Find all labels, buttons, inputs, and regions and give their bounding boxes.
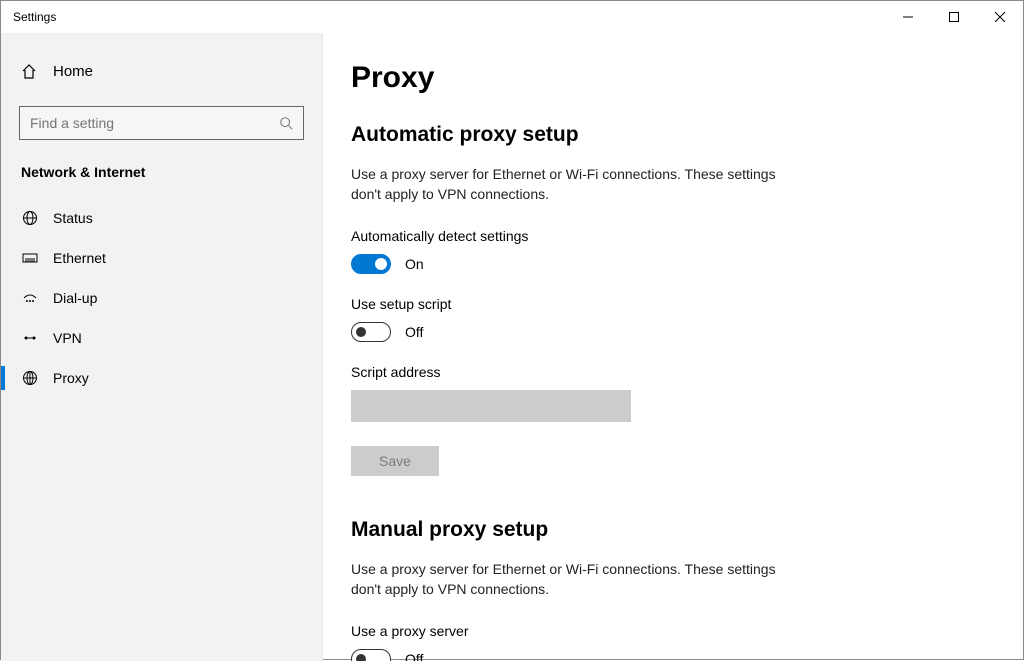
main-pane: Proxy Automatic proxy setup Use a proxy … xyxy=(323,33,1023,661)
auto-section-desc: Use a proxy server for Ethernet or Wi-Fi… xyxy=(351,165,791,204)
ethernet-icon xyxy=(21,250,39,266)
detect-settings-toggle[interactable] xyxy=(351,254,391,274)
close-icon xyxy=(995,12,1005,22)
sidebar-item-label: Proxy xyxy=(53,370,89,386)
home-icon xyxy=(21,64,39,80)
sidebar-item-label: Dial-up xyxy=(53,290,97,306)
proxy-icon xyxy=(21,370,39,386)
save-button[interactable]: Save xyxy=(351,446,439,476)
manual-section-desc: Use a proxy server for Ethernet or Wi-Fi… xyxy=(351,560,791,599)
sidebar-item-label: VPN xyxy=(53,330,82,346)
home-nav[interactable]: Home xyxy=(1,53,322,90)
manual-section-title: Manual proxy setup xyxy=(351,518,973,542)
sidebar-item-ethernet[interactable]: Ethernet xyxy=(1,238,322,278)
maximize-icon xyxy=(949,12,959,22)
sidebar-item-vpn[interactable]: VPN xyxy=(1,318,322,358)
titlebar: Settings xyxy=(1,1,1023,33)
sidebar: Home Network & Internet Status Ethernet … xyxy=(1,33,323,661)
auto-section-title: Automatic proxy setup xyxy=(351,123,973,147)
search-input[interactable] xyxy=(30,115,279,131)
search-box[interactable] xyxy=(19,106,304,140)
minimize-icon xyxy=(903,12,913,22)
use-proxy-toggle[interactable] xyxy=(351,649,391,661)
maximize-button[interactable] xyxy=(931,1,977,33)
sidebar-item-dialup[interactable]: Dial-up xyxy=(1,278,322,318)
detect-settings-label: Automatically detect settings xyxy=(351,228,973,244)
vpn-icon xyxy=(21,330,39,346)
window-controls xyxy=(885,1,1023,33)
close-button[interactable] xyxy=(977,1,1023,33)
minimize-button[interactable] xyxy=(885,1,931,33)
detect-settings-state: On xyxy=(405,256,424,272)
dialup-icon xyxy=(21,290,39,306)
globe-grid-icon xyxy=(21,210,39,226)
sidebar-item-label: Status xyxy=(53,210,93,226)
use-proxy-label: Use a proxy server xyxy=(351,623,973,639)
use-script-state: Off xyxy=(405,324,423,340)
page-title: Proxy xyxy=(351,61,973,95)
sidebar-item-status[interactable]: Status xyxy=(1,198,322,238)
use-script-label: Use setup script xyxy=(351,296,973,312)
sidebar-item-label: Ethernet xyxy=(53,250,106,266)
script-address-label: Script address xyxy=(351,364,973,380)
sidebar-item-proxy[interactable]: Proxy xyxy=(1,358,322,398)
category-header: Network & Internet xyxy=(1,164,322,198)
use-script-toggle[interactable] xyxy=(351,322,391,342)
search-icon xyxy=(279,116,293,130)
window-title: Settings xyxy=(13,10,56,24)
home-label: Home xyxy=(53,63,93,80)
script-address-input[interactable] xyxy=(351,390,631,422)
